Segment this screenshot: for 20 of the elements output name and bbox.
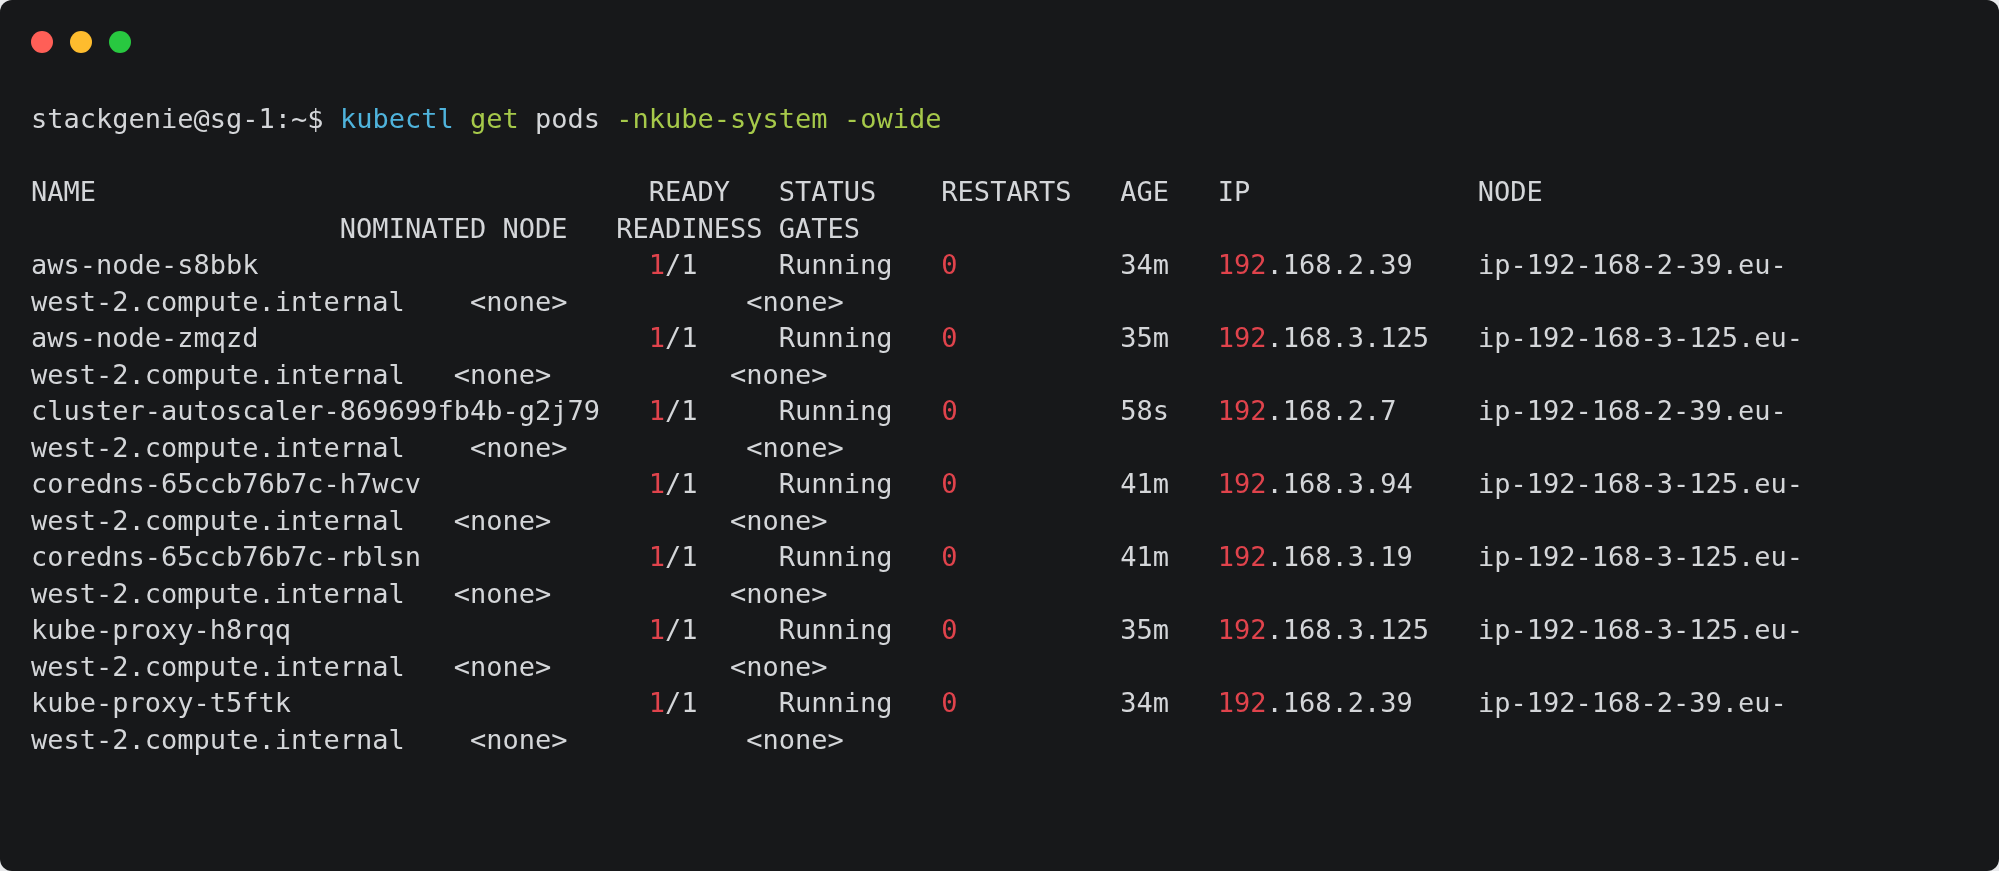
pod-row-text: aws-node-s8bbk 1/1 Running 0 34m 192.168.2.39 ip-192-168-2-39.eu-	[31, 248, 1787, 282]
pod-row-text: coredns-65ccb76b7c-h7wcv 1/1 Running 0 41m 192.168.3.94 ip-192-168-3-125.eu-	[31, 467, 1803, 501]
maximize-button[interactable]	[109, 31, 131, 53]
pod-row-text: west-2.compute.internal <none> <none>	[31, 649, 828, 684]
pod-row-text: kube-proxy-t5ftk 1/1 Running 0 34m 192.168.2.39 ip-192-168-2-39.eu-	[31, 686, 1787, 720]
pod-row-text: west-2.compute.internal <none> <none>	[31, 722, 844, 757]
pod-row-text: kube-proxy-h8rqq 1/1 Running 0 35m 192.168.3.125 ip-192-168-3-125.eu-	[31, 613, 1803, 647]
pod-row-text: west-2.compute.internal <none> <none>	[31, 357, 828, 392]
pod-row-text: cluster-autoscaler-869699fb4b-g2j79 1/1 Running 0 58s 192.168.2.7 ip-192-168-2-39.eu-	[31, 394, 1787, 428]
minimize-button[interactable]	[70, 31, 92, 53]
table-header: NAME READY STATUS RESTARTS AGE IP NODE	[31, 175, 1543, 209]
command-line: stackgenie@sg-1:~$ kubectl get pods -nkube-system -owide	[31, 102, 942, 136]
pod-row-text: west-2.compute.internal <none> <none>	[31, 503, 828, 538]
pod-row-text: west-2.compute.internal <none> <none>	[31, 430, 844, 465]
close-button[interactable]	[31, 31, 53, 53]
table-header: NOMINATED NODE READINESS GATES	[338, 211, 861, 246]
pod-row-text: west-2.compute.internal <none> <none>	[31, 576, 828, 611]
pod-row-text: aws-node-zmqzd 1/1 Running 0 35m 192.168.3.125 ip-192-168-3-125.eu-	[31, 321, 1803, 355]
pod-row-text: west-2.compute.internal <none> <none>	[31, 284, 844, 319]
pod-row-text: coredns-65ccb76b7c-rblsn 1/1 Running 0 41m 192.168.3.19 ip-192-168-3-125.eu-	[31, 540, 1803, 574]
